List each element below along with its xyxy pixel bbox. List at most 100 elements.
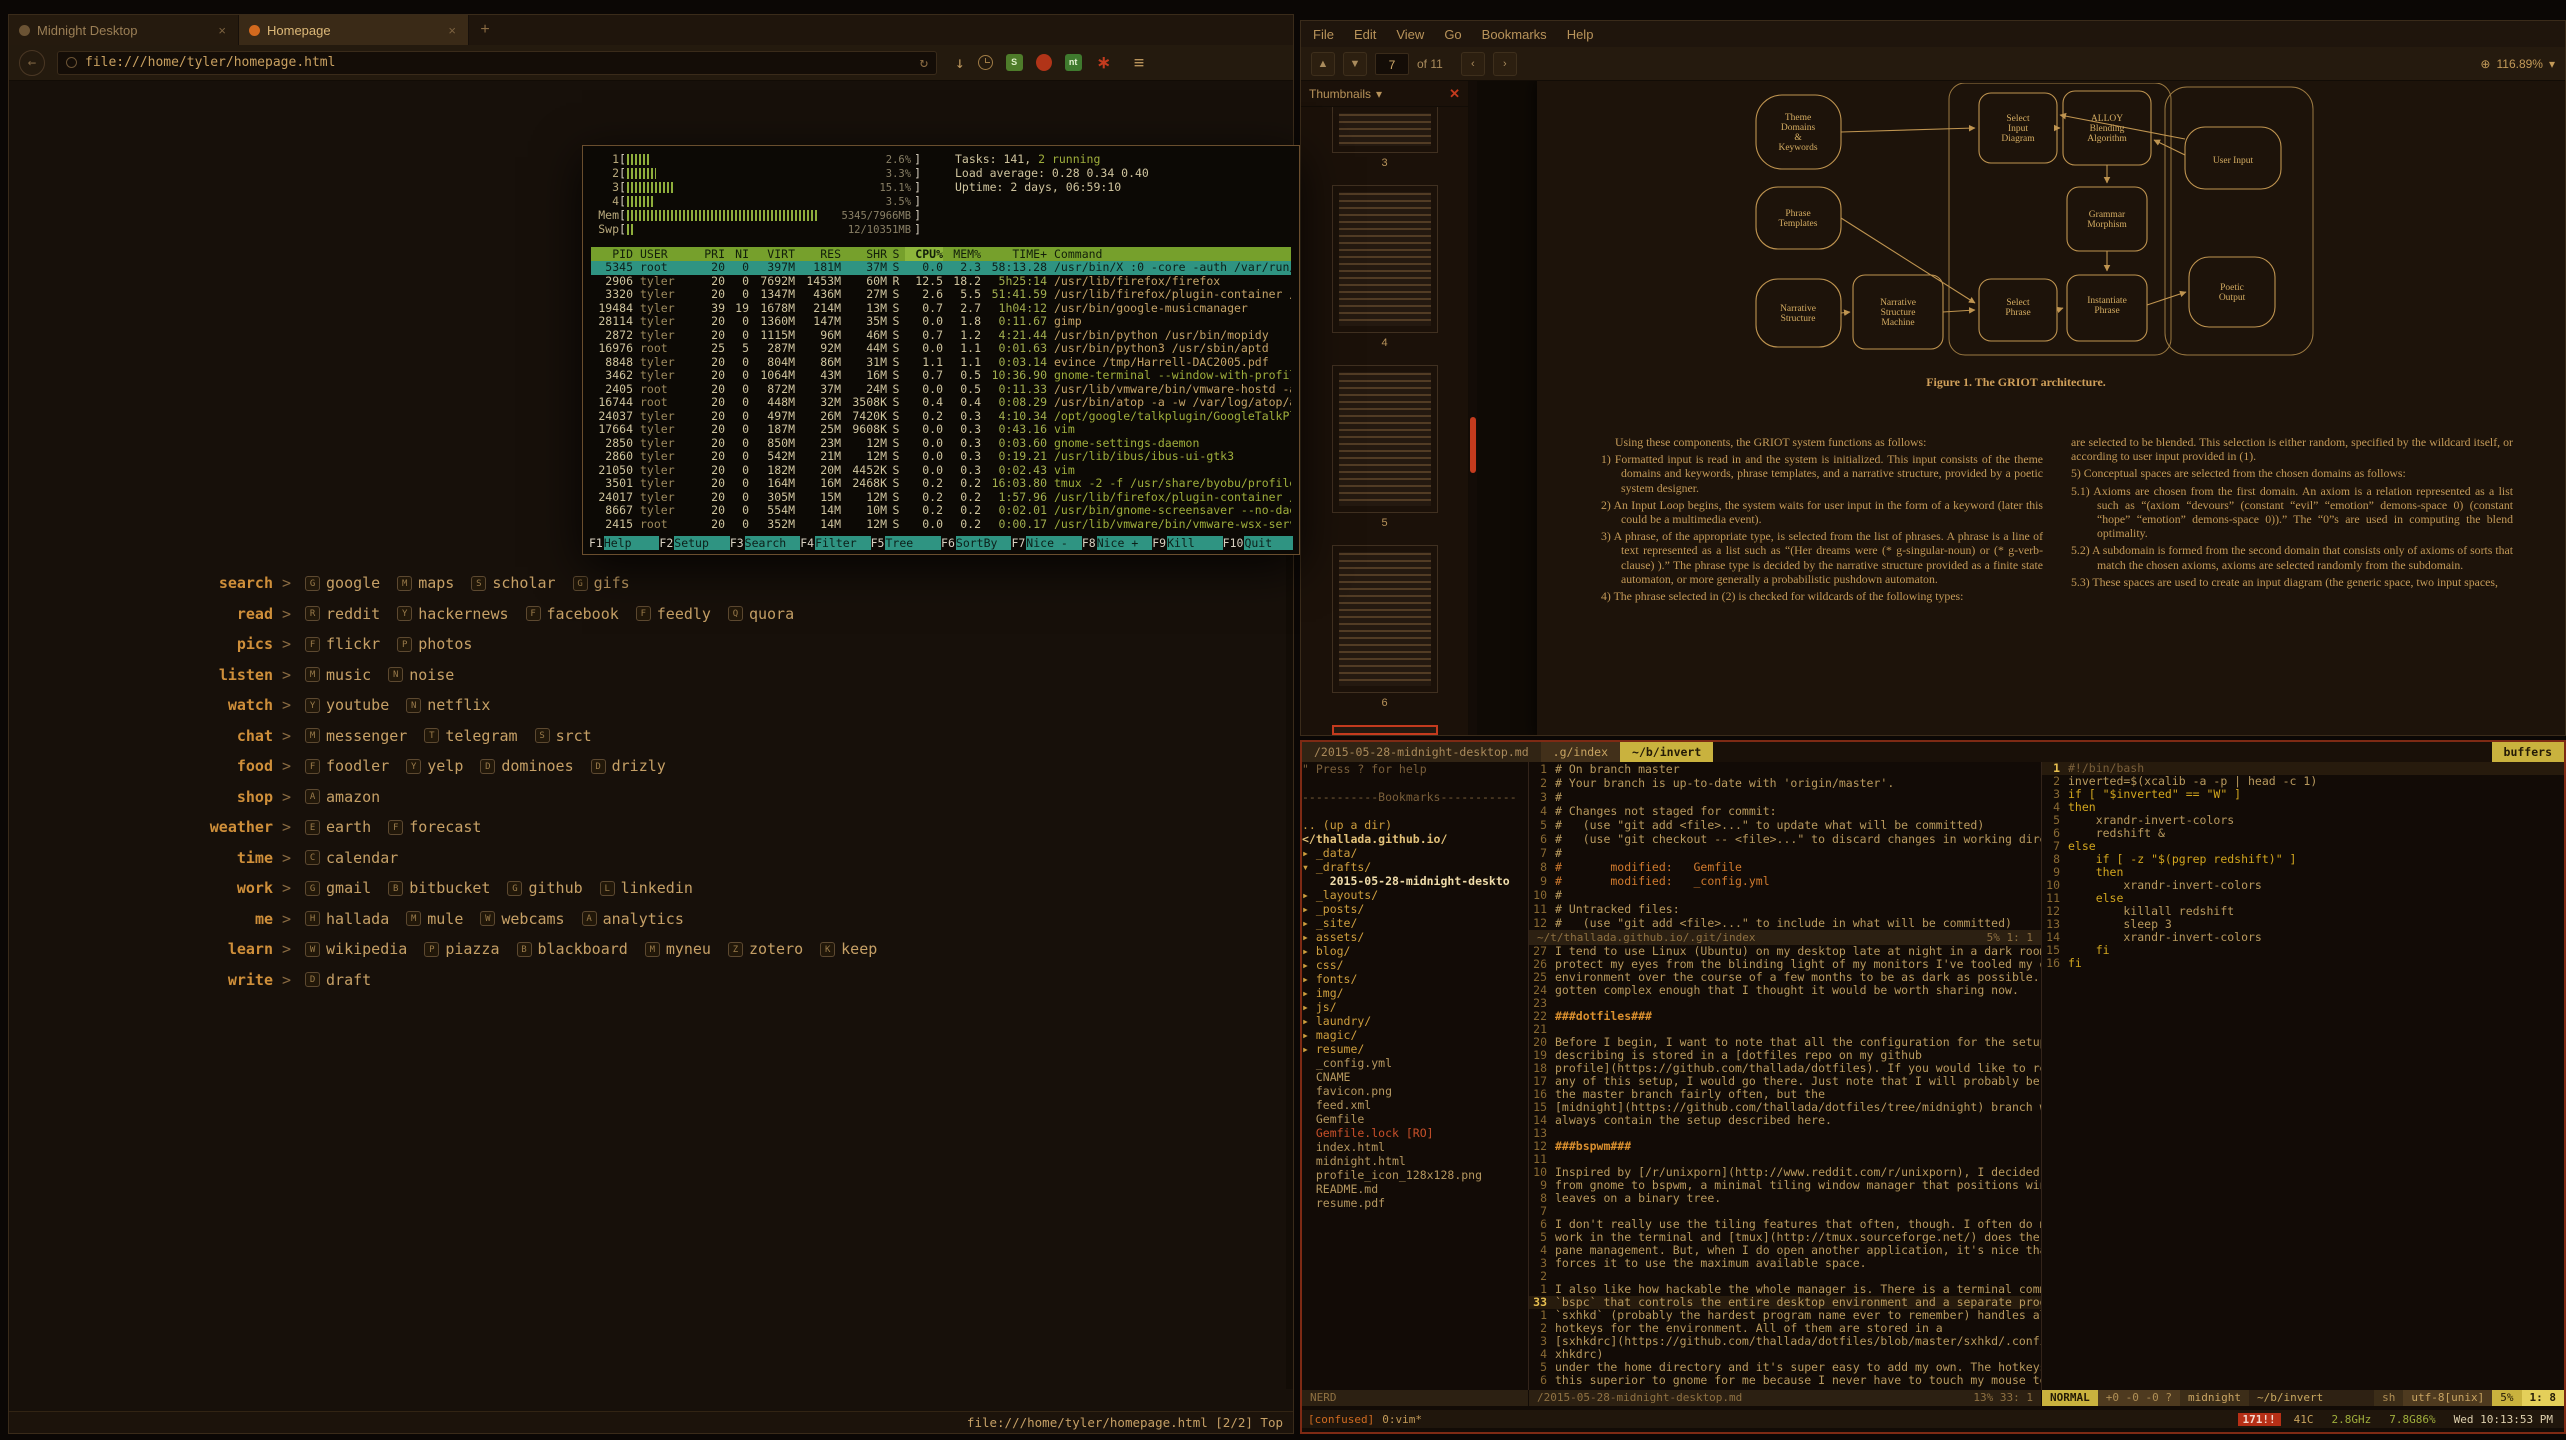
sidebar-header[interactable]: Thumbnails ▾ ✕ (1301, 81, 1468, 107)
nerdtree-item[interactable]: README.md (1302, 1182, 1528, 1196)
fkey-button[interactable]: F5 Tree (871, 536, 941, 550)
homepage-link[interactable]: P piazza (424, 940, 499, 958)
fkey-button[interactable]: F10 Quit (1223, 536, 1293, 550)
menu-item[interactable]: View (1396, 27, 1424, 42)
homepage-link[interactable]: M myneu (645, 940, 711, 958)
nerdtree-item[interactable]: " Press ? for help (1302, 762, 1528, 776)
nerdtree-pane[interactable]: " Press ? for help -----------Bookmarks--… (1302, 762, 1528, 1390)
pdf-document-view[interactable]: ThemeDomains&Keywords PhraseTemplates Na… (1477, 81, 2565, 735)
homepage-link[interactable]: R reddit (305, 605, 380, 623)
process-row[interactable]: 2415 root 20 0 352M 14M 12M S 0.0 0.2 0:… (591, 518, 1291, 532)
page-thumbnail[interactable] (1332, 107, 1438, 153)
markdown-editor-pane[interactable]: 27 I tend to use Linux (Ubuntu) on my de… (1529, 945, 2041, 1390)
nerdtree-item[interactable]: ▸ assets/ (1302, 930, 1528, 944)
history-clock-icon[interactable] (978, 55, 993, 70)
hamburger-menu-icon[interactable]: ≡ (1134, 53, 1144, 73)
selected-page-thumbnail[interactable] (1332, 725, 1438, 735)
menu-item[interactable]: Help (1567, 27, 1594, 42)
process-table-header[interactable]: PID USER PRI NI VIRT RES SHR S CPU% MEM%… (591, 247, 1291, 261)
homepage-link[interactable]: K keep (820, 940, 877, 958)
process-row[interactable]: 3462 tyler 20 0 1064M 43M 16M S 0.7 0.5 … (591, 369, 1291, 383)
shell-script-pane[interactable]: 1 #!/bin/bash 2 inverted=$(xcalib -a -p … (2042, 762, 2564, 1390)
process-row[interactable]: 5345 root 20 0 397M 181M 37M S 0.0 2.3 5… (591, 261, 1291, 275)
process-row[interactable]: 17664 tyler 20 0 187M 25M 9608K S 0.0 0.… (591, 423, 1291, 437)
nerdtree-item[interactable]: resume.pdf (1302, 1196, 1528, 1210)
nerdtree-item[interactable]: 2015-05-28-midnight-deskto (1302, 874, 1528, 888)
nerdtree-item[interactable]: midnight.html (1302, 1154, 1528, 1168)
homepage-link[interactable]: G gifs (573, 574, 630, 592)
homepage-link[interactable]: P photos (397, 635, 472, 653)
homepage-link[interactable]: M mule (406, 910, 463, 928)
fkey-button[interactable]: F2 Setup (659, 536, 729, 550)
fkey-button[interactable]: F8 Nice + (1082, 536, 1152, 550)
homepage-link[interactable]: F feedly (636, 605, 711, 623)
homepage-link[interactable]: W webcams (480, 910, 564, 928)
git-status-pane[interactable]: 1 # On branch master 2 # Your branch is … (1529, 762, 2041, 930)
homepage-link[interactable]: B blackboard (517, 940, 628, 958)
homepage-link[interactable]: M music (305, 666, 371, 684)
homepage-link[interactable]: B bitbucket (388, 879, 490, 897)
page-number-input[interactable]: 7 (1375, 53, 1409, 75)
nerdtree-item[interactable]: profile_icon_128x128.png (1302, 1168, 1528, 1182)
process-row[interactable]: 3320 tyler 20 0 1347M 436M 27M S 2.6 5.5… (591, 288, 1291, 302)
process-row[interactable]: 2405 root 20 0 872M 37M 24M S 0.0 0.5 0:… (591, 383, 1291, 397)
homepage-link[interactable]: F facebook (526, 605, 619, 623)
homepage-link[interactable]: E earth (305, 818, 371, 836)
addon-snowflake-icon[interactable]: ∗ (1095, 54, 1113, 71)
menu-item[interactable]: Edit (1354, 27, 1376, 42)
nerdtree-item[interactable]: index.html (1302, 1140, 1528, 1154)
process-row[interactable]: 2906 tyler 20 0 7692M 1453M 60M R 12.5 1… (591, 275, 1291, 289)
nerdtree-item[interactable]: ▸ fonts/ (1302, 972, 1528, 986)
process-row[interactable]: 2872 tyler 20 0 1115M 96M 46M S 0.7 1.2 … (591, 329, 1291, 343)
nerdtree-item[interactable] (1302, 776, 1528, 790)
nerdtree-item[interactable] (1302, 804, 1528, 818)
reload-icon[interactable]: ↻ (920, 55, 928, 71)
nerdtree-item[interactable]: favicon.png (1302, 1084, 1528, 1098)
downloads-icon[interactable]: ↓ (955, 53, 965, 72)
nerdtree-item[interactable]: -----------Bookmarks----------- (1302, 790, 1528, 804)
nerdtree-item[interactable]: ▸ resume/ (1302, 1042, 1528, 1056)
homepage-link[interactable]: N noise (388, 666, 454, 684)
homepage-link[interactable]: A amazon (305, 788, 380, 806)
process-row[interactable]: 8848 tyler 20 0 804M 86M 31M S 1.1 1.1 0… (591, 356, 1291, 370)
menu-item[interactable]: File (1313, 27, 1334, 42)
homepage-link[interactable]: Y yelp (406, 757, 463, 775)
page-info-icon[interactable] (66, 57, 77, 68)
fkey-button[interactable]: F4 Filter (800, 536, 870, 550)
homepage-link[interactable]: M maps (397, 574, 454, 592)
homepage-link[interactable]: D dominoes (480, 757, 573, 775)
process-row[interactable]: 2860 tyler 20 0 542M 21M 12M S 0.0 0.3 0… (591, 450, 1291, 464)
nerdtree-item[interactable]: _config.yml (1302, 1056, 1528, 1070)
nerdtree-item[interactable]: </thallada.github.io/ (1302, 832, 1528, 846)
nerdtree-item[interactable]: ▸ _site/ (1302, 916, 1528, 930)
fkey-button[interactable]: F3 Search (730, 536, 800, 550)
page-thumbnail[interactable] (1332, 545, 1438, 693)
homepage-link[interactable]: G gmail (305, 879, 371, 897)
homepage-link[interactable]: F forecast (388, 818, 481, 836)
process-row[interactable]: 28114 tyler 20 0 1360M 147M 35M S 0.0 1.… (591, 315, 1291, 329)
history-forward-icon[interactable]: › (1493, 52, 1517, 76)
vim-tab[interactable]: /2015-05-28-midnight-desktop.md (1302, 742, 1541, 762)
nerdtree-item[interactable]: CNAME (1302, 1070, 1528, 1084)
homepage-link[interactable]: L linkedin (600, 879, 693, 897)
homepage-link[interactable]: Z zotero (728, 940, 803, 958)
homepage-link[interactable]: F flickr (305, 635, 380, 653)
vim-tab[interactable]: .g/index (1541, 742, 1620, 762)
process-row[interactable]: 16744 root 20 0 448M 32M 3508K S 0.4 0.4… (591, 396, 1291, 410)
next-page-icon[interactable]: ▼ (1343, 52, 1367, 76)
process-row[interactable]: 8667 tyler 20 0 554M 14M 10M S 0.2 0.2 0… (591, 504, 1291, 518)
htop-window[interactable]: 1 [ 2.6% ] 2 [ 3.3% (582, 145, 1300, 555)
homepage-link[interactable]: Y youtube (305, 696, 389, 714)
page-thumbnail[interactable] (1332, 185, 1438, 333)
homepage-link[interactable]: W wikipedia (305, 940, 407, 958)
history-back-icon[interactable]: ‹ (1461, 52, 1485, 76)
sidebar-scrollbar-thumb[interactable] (1470, 417, 1476, 473)
zoom-control[interactable]: ⊕ 116.89% ▾ (2480, 57, 2555, 71)
nerdtree-item[interactable]: ▸ js/ (1302, 1000, 1528, 1014)
new-tab-button[interactable]: + (469, 15, 501, 45)
sidebar-scrollbar[interactable] (1469, 81, 1477, 735)
fkey-button[interactable]: F1 Help (589, 536, 659, 550)
homepage-link[interactable]: A analytics (582, 910, 684, 928)
addon-pepper-icon[interactable] (1036, 54, 1052, 71)
nerdtree-item[interactable]: ▸ _data/ (1302, 846, 1528, 860)
